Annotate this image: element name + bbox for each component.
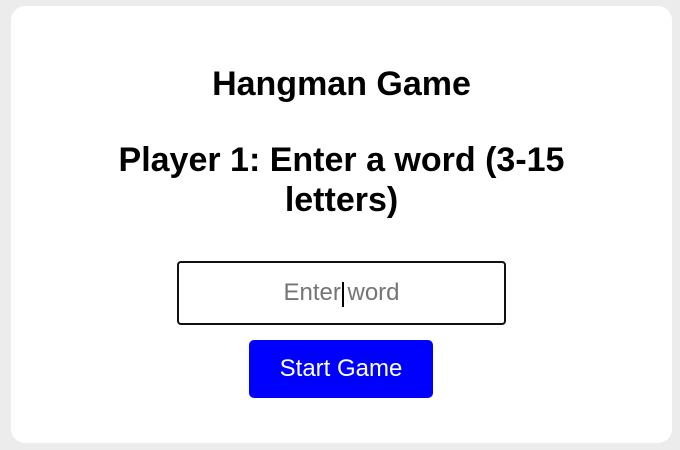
start-game-button[interactable]: Start Game — [249, 340, 433, 398]
game-card: Hangman Game Player 1: Enter a word (3-1… — [11, 6, 672, 443]
game-title: Hangman Game — [212, 65, 471, 103]
text-caret — [342, 282, 344, 307]
player-prompt: Player 1: Enter a word (3-15 letters) — [118, 141, 565, 219]
